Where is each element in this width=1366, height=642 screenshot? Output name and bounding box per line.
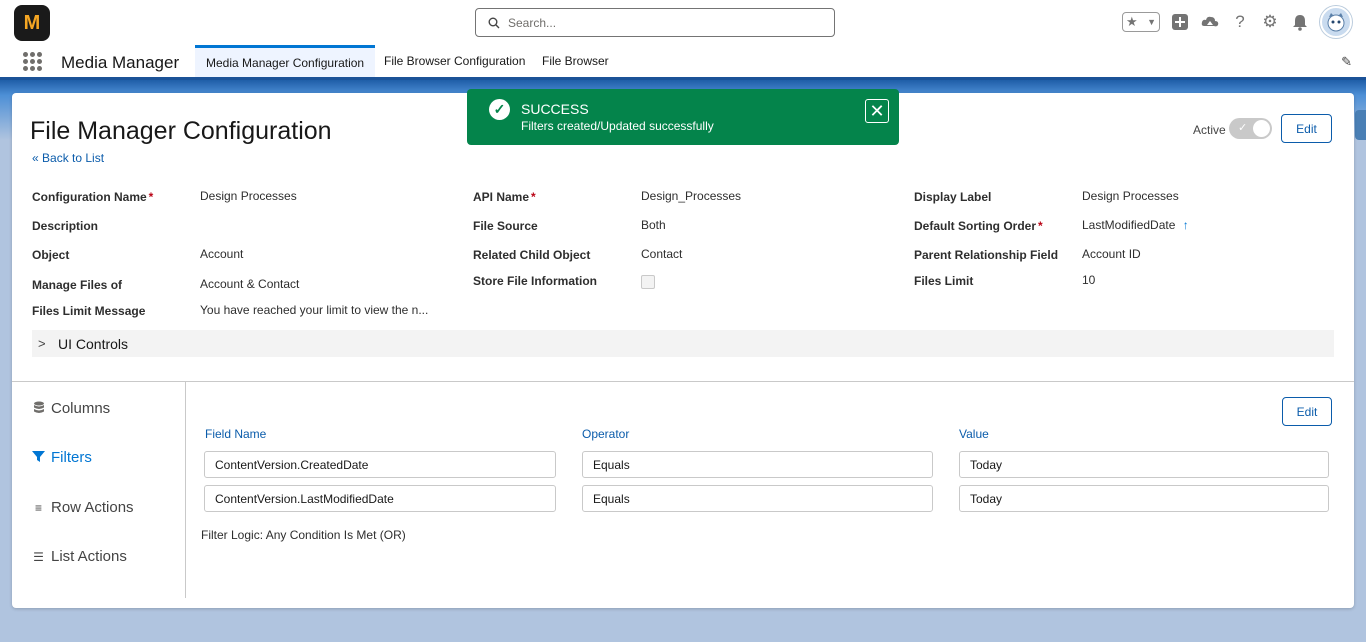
close-icon[interactable]: ✕: [865, 99, 889, 123]
chevron-down-icon: ▼: [1147, 17, 1156, 27]
avatar[interactable]: [1320, 6, 1352, 38]
nav-item-row-actions[interactable]: ≡ Row Actions: [32, 499, 134, 516]
tab-file-browser-configuration[interactable]: File Browser Configuration: [373, 45, 536, 77]
lines-icon: ≡: [34, 500, 42, 515]
display-label-label: Display Label: [914, 190, 992, 204]
utility-panel-handle[interactable]: [1355, 110, 1366, 140]
toast-message: Filters created/Updated successfully: [521, 119, 714, 133]
database-icon: [32, 401, 45, 417]
filters-section: Columns Filters ≡ Row Actions ☰ List Act…: [12, 381, 1354, 608]
nav-item-filters[interactable]: Filters: [32, 449, 92, 466]
trailhead-icon[interactable]: [1200, 12, 1220, 32]
active-label: Active: [1193, 123, 1226, 137]
edit-filters-button[interactable]: Edit: [1282, 397, 1332, 426]
configuration-name-value: Design Processes: [200, 189, 297, 203]
edit-configuration-button[interactable]: Edit: [1281, 114, 1332, 143]
description-label: Description: [32, 219, 99, 233]
nav-item-columns[interactable]: Columns: [32, 400, 110, 417]
configuration-name-label: Configuration Name *: [32, 190, 154, 204]
success-toast: ✓ SUCCESS Filters created/Updated succes…: [467, 89, 899, 145]
active-toggle[interactable]: ✓: [1229, 118, 1272, 139]
filter-row-2-operator[interactable]: Equals: [582, 485, 933, 512]
tab-media-manager-configuration[interactable]: Media Manager Configuration: [195, 45, 376, 77]
app-launcher-icon[interactable]: [23, 52, 42, 71]
file-source-label: File Source: [473, 219, 538, 233]
arrow-up-icon: ↑: [1182, 218, 1189, 232]
global-header: M Search... ★ ▼ ? ⚙: [0, 0, 1366, 45]
notifications-bell-icon[interactable]: [1290, 12, 1310, 32]
app-navigation-bar: Media Manager Media Manager Configuratio…: [0, 45, 1366, 80]
add-icon[interactable]: [1170, 12, 1190, 32]
ui-controls-section-toggle[interactable]: > UI Controls: [32, 330, 1334, 357]
related-child-object-value: Contact: [641, 247, 683, 261]
list-icon: ☰: [33, 549, 44, 564]
search-icon: [488, 17, 500, 28]
back-to-list-label: Back to List: [42, 151, 105, 165]
favorites-star-icon: ★: [1126, 14, 1138, 29]
help-icon[interactable]: ?: [1230, 12, 1250, 32]
store-file-information-label: Store File Information: [473, 274, 598, 288]
value-header: Value: [959, 427, 989, 441]
filter-row-1-field[interactable]: ContentVersion.CreatedDate: [204, 451, 556, 478]
files-limit-message-value: You have reached your limit to view the …: [200, 303, 429, 317]
app-name: Media Manager: [61, 53, 180, 72]
filter-logic-text: Filter Logic: Any Condition Is Met (OR): [201, 528, 406, 542]
filter-row-2-field[interactable]: ContentVersion.LastModifiedDate: [204, 485, 556, 512]
favorites-button[interactable]: ★ ▼: [1122, 12, 1160, 32]
logo-text: M: [23, 11, 41, 34]
back-to-list-link[interactable]: « Back to List: [32, 151, 104, 165]
chevron-right-icon: >: [38, 336, 46, 351]
object-label: Object: [32, 248, 70, 262]
field-name-header: Field Name: [205, 427, 267, 441]
filter-row-2-value[interactable]: Today: [959, 485, 1329, 512]
tab-file-browser[interactable]: File Browser: [531, 45, 620, 77]
vertical-navigation: Columns Filters ≡ Row Actions ☰ List Act…: [12, 382, 186, 598]
manage-files-of-label: Manage Files of: [32, 278, 123, 292]
nav-item-list-actions[interactable]: ☰ List Actions: [32, 548, 127, 565]
parent-relationship-field-label: Parent Relationship Field: [914, 248, 1059, 262]
page-title: File Manager Configuration: [30, 117, 332, 145]
default-sorting-order-label: Default Sorting Order *: [914, 219, 1043, 233]
files-limit-value: 10: [1082, 273, 1096, 287]
display-label-value: Design Processes: [1082, 189, 1179, 203]
app-logo[interactable]: M: [14, 5, 50, 41]
manage-files-of-value: Account & Contact: [200, 277, 300, 291]
files-limit-message-label: Files Limit Message: [32, 304, 146, 318]
global-search-input[interactable]: Search...: [475, 8, 835, 37]
ui-controls-label: UI Controls: [58, 335, 129, 352]
search-placeholder: Search...: [508, 15, 557, 30]
filter-icon: [32, 450, 45, 466]
related-child-object-label: Related Child Object: [473, 248, 591, 262]
filter-row-1-operator[interactable]: Equals: [582, 451, 933, 478]
operator-header: Operator: [582, 427, 630, 441]
store-file-information-checkbox: [641, 275, 655, 289]
configuration-card: File Manager Configuration « Back to Lis…: [12, 93, 1354, 608]
toast-title: SUCCESS: [521, 101, 589, 117]
setup-gear-icon[interactable]: ⚙: [1260, 12, 1280, 32]
default-sorting-order-value: LastModifiedDate ↑: [1082, 218, 1189, 232]
api-name-label: API Name *: [473, 190, 536, 204]
file-source-value: Both: [641, 218, 666, 232]
check-icon: ✓: [1238, 122, 1248, 134]
filter-row-1-value[interactable]: Today: [959, 451, 1329, 478]
files-limit-label: Files Limit: [914, 274, 974, 288]
object-value: Account: [200, 247, 244, 261]
api-name-value: Design_Processes: [641, 189, 742, 203]
edit-nav-pencil-icon[interactable]: ✎: [1341, 54, 1352, 70]
success-check-icon: ✓: [489, 99, 510, 120]
parent-relationship-field-value: Account ID: [1082, 247, 1141, 261]
double-chevron-left-icon: «: [32, 151, 39, 165]
